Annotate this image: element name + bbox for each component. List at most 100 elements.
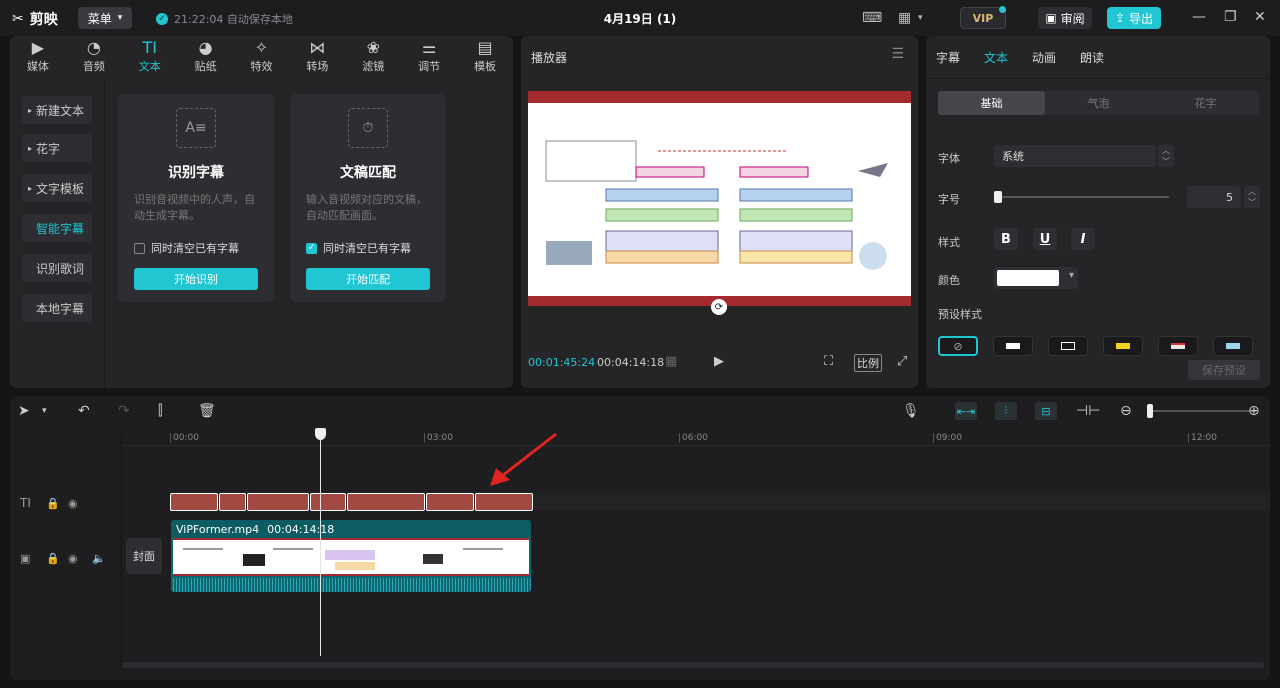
tab-effects[interactable]: ✧ 特效 <box>234 36 290 78</box>
aspect-ratio-button[interactable]: 比例 <box>854 354 882 372</box>
delete-icon[interactable]: 🗑 <box>198 403 216 419</box>
subtitle-clip[interactable] <box>170 493 218 511</box>
grid-icon[interactable]: ▦ <box>665 354 677 369</box>
clear-subtitles-checkbox[interactable]: ✓ 同时清空已有字幕 <box>306 240 411 256</box>
redo-icon[interactable]: ↷ <box>118 403 130 419</box>
preset-red[interactable] <box>1158 336 1198 356</box>
lock-icon[interactable]: 🔒 <box>46 552 60 565</box>
app-logo: ✂ 剪映 <box>12 9 58 29</box>
close-icon[interactable]: ✕ <box>1254 9 1266 25</box>
preset-blue[interactable] <box>1213 336 1253 356</box>
font-size-slider[interactable] <box>994 196 1169 198</box>
split-icon[interactable]: ⫿ <box>158 403 162 419</box>
video-preview[interactable] <box>528 91 911 306</box>
fullscreen-icon[interactable]: ⤢ <box>897 354 907 369</box>
maximize-icon[interactable]: ❐ <box>1224 9 1237 25</box>
speaker-icon[interactable]: 🔈 <box>92 552 106 565</box>
preset-yellow[interactable] <box>1103 336 1143 356</box>
tab-media[interactable]: ▶ 媒体 <box>10 36 66 78</box>
tab-text[interactable]: TI 文本 <box>122 36 178 78</box>
tab-filter[interactable]: ❀ 滤镜 <box>345 36 401 78</box>
preset-outline[interactable] <box>1048 336 1088 356</box>
size-label: 字号 <box>938 193 960 206</box>
eye-icon[interactable]: ◉ <box>68 497 78 510</box>
font-size-input[interactable]: 5 <box>1187 186 1241 208</box>
tab-read-aloud[interactable]: 朗读 <box>1080 49 1104 66</box>
main-track-magnet-icon[interactable]: ⇤⇥ <box>955 402 977 420</box>
clear-subtitles-checkbox[interactable]: 同时清空已有字幕 <box>134 240 239 256</box>
tab-template[interactable]: ▤ 模板 <box>457 36 513 78</box>
capcut-logo-icon: ✂ <box>12 11 24 27</box>
sidebar-item-lyrics[interactable]: 识别歌词 <box>22 254 92 282</box>
color-label: 颜色 <box>938 274 960 287</box>
tab-animation[interactable]: 动画 <box>1032 49 1056 66</box>
subtitle-clip[interactable] <box>426 493 474 511</box>
subtitle-clip[interactable] <box>219 493 246 511</box>
sidebar-item-smart-subtitle[interactable]: 智能字幕 <box>22 214 92 242</box>
zoom-out-icon[interactable]: ⊖ <box>1120 403 1132 419</box>
review-button[interactable]: ▣ 审阅 <box>1038 7 1092 29</box>
layout-icon[interactable]: ▦ <box>898 10 911 26</box>
start-recognize-button[interactable]: 开始识别 <box>134 268 258 290</box>
font-select[interactable]: 系统 <box>994 145 1156 167</box>
playhead-handle[interactable] <box>315 428 326 440</box>
segment-bubble[interactable]: 气泡 <box>1045 91 1152 115</box>
menu-button[interactable]: 菜单 ▾ <box>78 7 132 29</box>
undo-icon[interactable]: ↶ <box>78 403 90 419</box>
sidebar-item-text-template[interactable]: ▸ 文字模板 <box>22 174 92 202</box>
horizontal-scrollbar[interactable] <box>122 662 1264 668</box>
tab-sticker[interactable]: ◕ 贴纸 <box>178 36 234 78</box>
subtitle-clip[interactable] <box>475 493 533 511</box>
time-ruler[interactable]: 00:00 03:00 06:00 09:00 12:00 <box>122 428 1270 446</box>
italic-button[interactable]: I <box>1071 228 1095 250</box>
layout-chevron-icon[interactable]: ▾ <box>918 13 923 23</box>
segment-basic[interactable]: 基础 <box>938 91 1045 115</box>
cover-button[interactable]: 封面 <box>126 538 162 574</box>
select-cursor-icon[interactable]: ➤ <box>18 403 30 419</box>
linkage-icon[interactable]: ⊟ <box>1035 402 1057 420</box>
tab-adjust[interactable]: ⚌ 调节 <box>401 36 457 78</box>
tab-text-props[interactable]: 文本 <box>984 49 1008 66</box>
playhead[interactable] <box>320 430 321 656</box>
keyboard-shortcut-icon[interactable]: ⌨ <box>862 10 882 26</box>
eye-icon[interactable]: ◉ <box>68 552 78 565</box>
microphone-icon[interactable]: 🎙 <box>902 403 920 419</box>
sidebar-item-local-subtitle[interactable]: 本地字幕 <box>22 294 92 322</box>
subtitle-clip[interactable] <box>347 493 425 511</box>
cursor-chevron-icon[interactable]: ▾ <box>42 406 47 416</box>
underline-button[interactable]: U <box>1033 228 1057 250</box>
check-circle-icon: ✓ <box>156 13 168 25</box>
subtitle-clip[interactable] <box>247 493 309 511</box>
sidebar-item-new-text[interactable]: ▸ 新建文本 <box>22 96 92 124</box>
auto-snap-icon[interactable]: ⫶ <box>995 402 1017 420</box>
sidebar-item-fancy-text[interactable]: ▸ 花字 <box>22 134 92 162</box>
preset-none[interactable]: ⊘ <box>938 336 978 356</box>
size-spinner-icon[interactable]: ︿ ﹀ <box>1244 186 1260 208</box>
color-picker[interactable]: ▾ <box>994 267 1078 289</box>
zoom-handle[interactable] <box>1147 404 1153 418</box>
tab-audio[interactable]: ◔ 音频 <box>66 36 122 78</box>
subtitle-clip[interactable] <box>310 493 346 511</box>
preset-white[interactable] <box>993 336 1033 356</box>
tab-subtitle[interactable]: 字幕 <box>936 49 960 66</box>
ruler-tick: 03:00 <box>424 433 453 443</box>
rotate-handle-icon[interactable]: ⟳ <box>711 299 727 315</box>
lock-icon[interactable]: 🔒 <box>46 497 60 510</box>
zoom-in-icon[interactable]: ⊕ <box>1248 403 1260 419</box>
play-icon[interactable]: ▶ <box>714 354 724 369</box>
checkbox-checked-icon: ✓ <box>306 242 317 254</box>
fit-screen-icon[interactable]: ⛶ <box>824 354 833 369</box>
minimize-icon[interactable]: — <box>1192 9 1206 25</box>
segment-fancy[interactable]: 花字 <box>1152 91 1259 115</box>
zoom-slider[interactable] <box>1150 410 1250 412</box>
tab-transition[interactable]: ⋈ 转场 <box>289 36 345 78</box>
save-preset-button[interactable]: 保存预设 <box>1188 360 1260 380</box>
start-match-button[interactable]: 开始匹配 <box>306 268 430 290</box>
hamburger-menu-icon[interactable]: ☰ <box>891 46 904 62</box>
bold-button[interactable]: B <box>994 228 1018 250</box>
video-clip[interactable]: ViPFormer.mp4 00:04:14:18 <box>171 520 531 592</box>
preview-axis-icon[interactable]: ⊣⊢ <box>1076 403 1100 419</box>
export-button[interactable]: ⇪ 导出 <box>1107 7 1161 29</box>
slider-handle[interactable] <box>994 191 1002 203</box>
font-spinner-icon[interactable]: ︿ ﹀ <box>1158 145 1174 167</box>
